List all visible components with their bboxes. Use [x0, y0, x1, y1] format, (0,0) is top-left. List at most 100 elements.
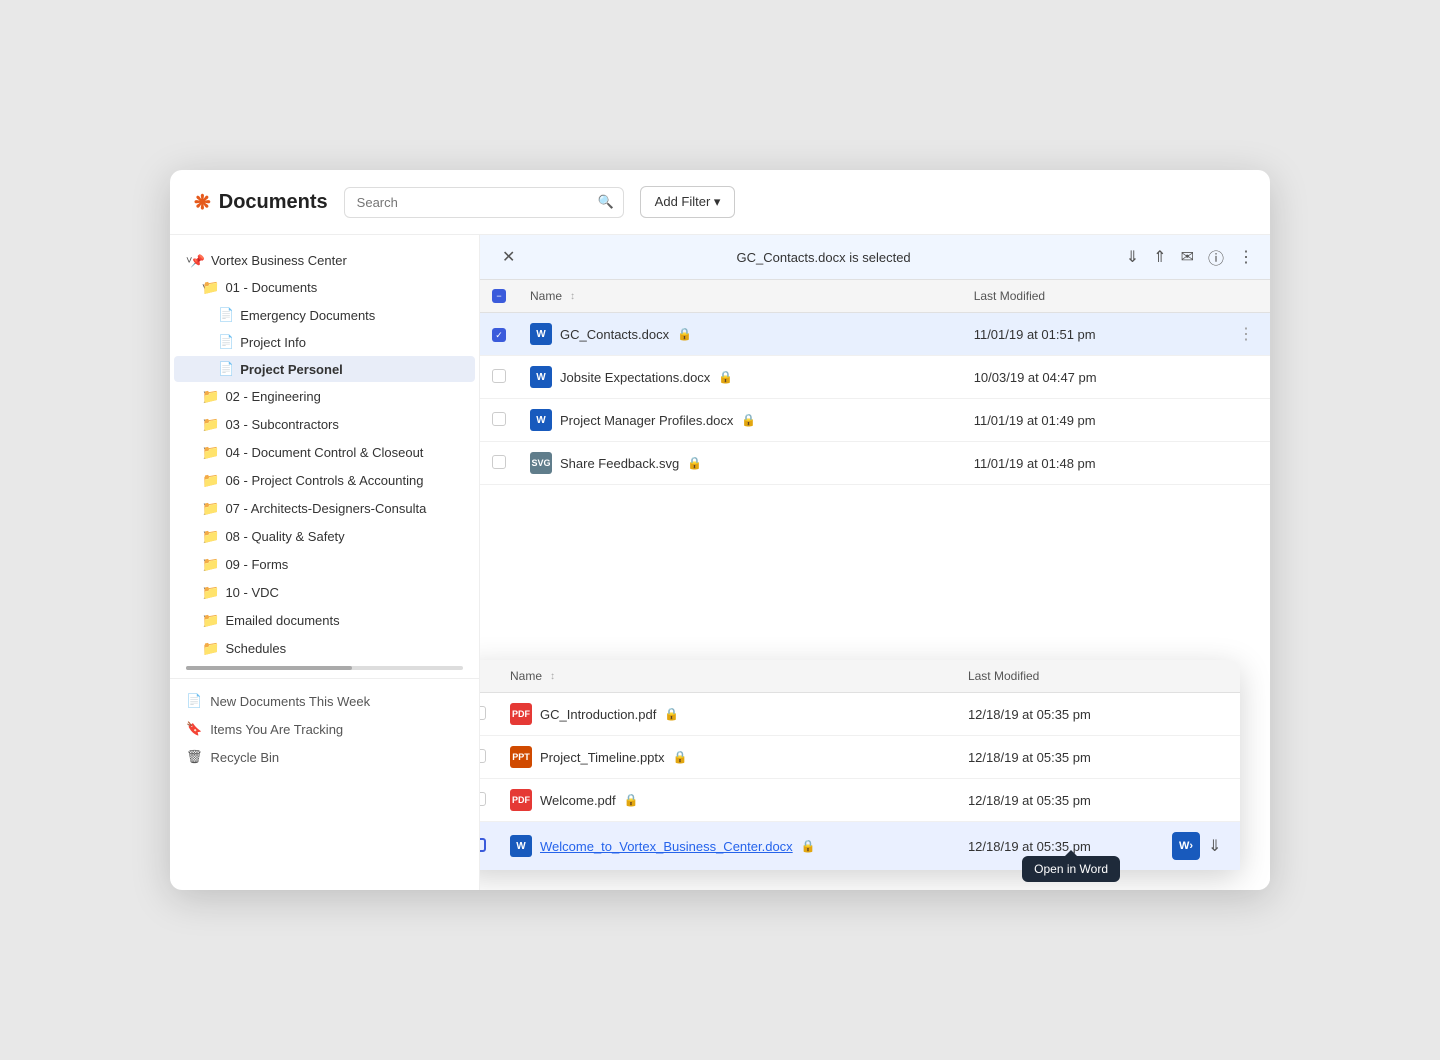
recycle-label: Recycle Bin [211, 750, 280, 765]
gear-icon: ❋ [194, 190, 211, 215]
file-name-link[interactable]: Welcome_to_Vortex_Business_Center.docx [540, 839, 793, 854]
row-checkbox[interactable] [480, 749, 486, 763]
sidebar-item-emailed[interactable]: ❯ 📁 Emailed documents [174, 607, 475, 634]
sort-icon: ↕ [570, 291, 575, 302]
pop-row-name-cell: PDF Welcome.pdf 🔒 [498, 779, 956, 822]
row-checkbox[interactable] [480, 792, 486, 806]
pop-row-checkbox-cell[interactable] [480, 736, 498, 779]
pop-row-checkbox-cell[interactable] [480, 693, 498, 736]
row-checkbox[interactable] [492, 369, 506, 383]
th-last-modified[interactable]: Last Modified [962, 280, 1222, 313]
select-all-checkbox[interactable]: − [492, 289, 506, 303]
pdf-icon: PDF [510, 789, 532, 811]
table-row: W Jobsite Expectations.docx 🔒 10/03/19 a… [480, 356, 1270, 399]
sidebar-label-07-arch: 07 - Architects-Designers-Consulta [225, 501, 426, 516]
row-modified-cell: 11/01/19 at 01:51 pm [962, 313, 1222, 356]
sidebar-bottom-section: 📄 New Documents This Week 🔖 Items You Ar… [170, 678, 479, 771]
sidebar-item-schedules[interactable]: 📁 Schedules [174, 635, 475, 662]
row-checkbox[interactable]: ✓ [492, 328, 506, 342]
sidebar-item-01-docs[interactable]: ˅ 📁 01 - Documents [174, 274, 475, 301]
sidebar-item-07-arch[interactable]: ❯ 📁 07 - Architects-Designers-Consulta [174, 495, 475, 522]
row-checkbox-cell[interactable] [480, 356, 518, 399]
sidebar-item-02-eng[interactable]: ❯ 📁 02 - Engineering [174, 383, 475, 410]
sidebar-item-08-qual[interactable]: ❯ 📁 08 - Quality & Safety [174, 523, 475, 550]
sidebar-item-04-doc[interactable]: ❯ 📁 04 - Document Control & Closeout [174, 439, 475, 466]
pop-row-name-cell: PPT Project_Timeline.pptx 🔒 [498, 736, 956, 779]
folder-icon: 📁 [202, 528, 219, 545]
row-modified-cell: 10/03/19 at 04:47 pm [962, 356, 1222, 399]
chevron-right-icon: ❯ [174, 390, 202, 403]
upload-button[interactable]: ⇑ [1153, 247, 1166, 267]
sidebar-item-emergency[interactable]: 📄 Emergency Documents [174, 302, 475, 328]
table-row: W Project Manager Profiles.docx 🔒 11/01/… [480, 399, 1270, 442]
th-actions [1222, 280, 1270, 313]
sidebar-item-06-proj[interactable]: 📁 06 - Project Controls & Accounting [174, 467, 475, 494]
sidebar-item-project-personel[interactable]: 📄 Project Personel [174, 356, 475, 382]
folder-icon: 📁 [202, 444, 219, 461]
pop-col-name-label: Name [510, 669, 542, 683]
row-more-button[interactable]: ⋮ [1234, 324, 1258, 345]
file-name: Share Feedback.svg [560, 456, 679, 471]
chevron-right-icon: ❯ [174, 446, 202, 459]
sidebar-root-label: Vortex Business Center [211, 253, 347, 268]
chevron-down-icon: ˅ [174, 255, 190, 267]
table-row: PPT Project_Timeline.pptx 🔒 12/18/19 at … [480, 736, 1240, 779]
pdf-icon: PDF [510, 703, 532, 725]
sidebar-item-root[interactable]: ˅ 📌 Vortex Business Center [174, 248, 475, 273]
app-title: ❋ Documents [194, 190, 328, 215]
folder-icon: 📁 [202, 472, 219, 489]
lock-icon: 🔒 [677, 327, 692, 341]
email-button[interactable]: ✉ [1181, 247, 1194, 267]
scrollbar-thumb [186, 666, 352, 670]
pop-row-modified: 12/18/19 at 05:35 pm [956, 693, 1160, 736]
sidebar-label-project-info: Project Info [240, 335, 306, 350]
sidebar-item-new-docs[interactable]: 📄 New Documents This Week [170, 687, 479, 715]
row-checkbox[interactable] [492, 455, 506, 469]
th-select-all[interactable]: − [480, 280, 518, 313]
pop-th-modified[interactable]: Last Modified [956, 660, 1160, 693]
lock-icon: 🔒 [801, 839, 816, 853]
th-name[interactable]: Name ↕ [518, 280, 962, 313]
search-input[interactable] [344, 187, 624, 218]
folder-icon: 📁 [202, 416, 219, 433]
chevron-right-icon: ❯ [174, 418, 202, 431]
sidebar-item-10-vdc[interactable]: ❯ 📁 10 - VDC [174, 579, 475, 606]
table-row: SVG Share Feedback.svg 🔒 11/01/19 at 01:… [480, 442, 1270, 485]
sidebar-label-emailed: Emailed documents [225, 613, 339, 628]
row-checkbox[interactable] [480, 706, 486, 720]
row-checkbox-cell[interactable] [480, 442, 518, 485]
row-checkbox[interactable] [480, 838, 486, 852]
close-selection-button[interactable]: ✕ [496, 245, 521, 269]
word-icon: W [530, 409, 552, 431]
sidebar-item-project-info[interactable]: 📄 Project Info [174, 329, 475, 355]
row-modified-cell: 11/01/19 at 01:48 pm [962, 442, 1222, 485]
row-checkbox-cell[interactable]: ✓ [480, 313, 518, 356]
pop-th-actions [1160, 660, 1240, 693]
lock-icon: 🔒 [664, 707, 679, 721]
download-button[interactable]: ⇓ [1126, 247, 1139, 267]
chevron-right-icon: ❯ [174, 586, 202, 599]
recycle-icon: 🗑 [186, 749, 203, 765]
download-file-button[interactable]: ⇓ [1208, 836, 1221, 856]
sidebar-item-tracking[interactable]: 🔖 Items You Are Tracking [170, 715, 479, 743]
more-button[interactable]: ⋮ [1238, 247, 1254, 267]
sidebar-item-recycle[interactable]: 🗑 Recycle Bin [170, 743, 479, 771]
col-name-label: Name [530, 289, 562, 303]
add-filter-button[interactable]: Add Filter ▾ [640, 186, 736, 218]
pop-th-name[interactable]: Name ↕ [498, 660, 956, 693]
pop-row-checkbox-cell[interactable] [480, 779, 498, 822]
row-action-cell[interactable]: ⋮ [1222, 313, 1270, 356]
sidebar-label-04-doc: 04 - Document Control & Closeout [225, 445, 423, 460]
open-in-word-button[interactable]: W› [1172, 832, 1200, 860]
row-checkbox[interactable] [492, 412, 506, 426]
sidebar-item-09-forms[interactable]: ❯ 📁 09 - Forms [174, 551, 475, 578]
file-table: − Name ↕ Last Modified [480, 280, 1270, 485]
info-button[interactable]: ⓘ [1208, 245, 1224, 269]
sidebar-item-03-sub[interactable]: ❯ 📁 03 - Subcontractors [174, 411, 475, 438]
lock-icon: 🔒 [624, 793, 639, 807]
row-modified-cell: 11/01/19 at 01:49 pm [962, 399, 1222, 442]
pop-row-checkbox-cell[interactable] [480, 822, 498, 871]
scrollbar-track[interactable] [186, 666, 463, 670]
ppt-icon: PPT [510, 746, 532, 768]
row-checkbox-cell[interactable] [480, 399, 518, 442]
